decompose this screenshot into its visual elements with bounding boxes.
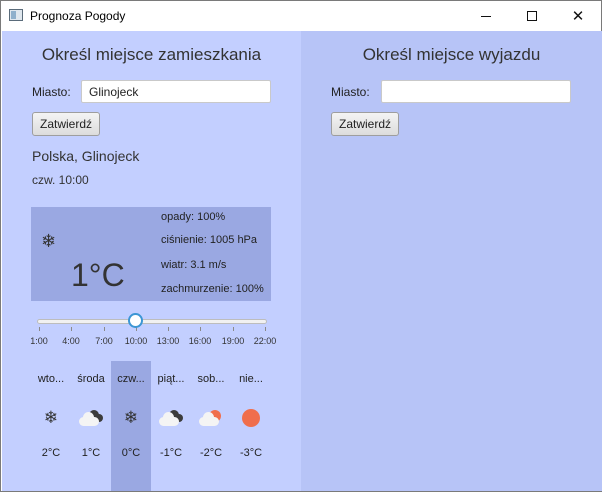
forecast-day-icon-slot: [151, 407, 191, 429]
forecast-day-name: wto...: [37, 373, 65, 385]
forecast-day[interactable]: nie... -3°C: [231, 361, 271, 491]
minimize-button[interactable]: [463, 1, 509, 31]
precipitation-value: opady: 100%: [161, 211, 226, 223]
time-slider-label: 10:00: [124, 336, 148, 346]
time-slider-label: 22:00: [253, 336, 277, 346]
forecast-day-temp: 2°C: [41, 447, 61, 459]
home-heading: Określ miejsce zamieszkania: [41, 45, 262, 64]
dark-cloud-icon: [77, 407, 105, 429]
forecast-day-icon-slot: [231, 407, 271, 429]
dark-cloud-icon: [157, 407, 185, 429]
wind-value: wiatr: 3.1 m/s: [161, 259, 227, 271]
sun-icon: [242, 409, 260, 427]
forecast-day-temp: -3°C: [239, 447, 263, 459]
time-slider-tick: [265, 327, 266, 331]
time-slider-label: 4:00: [62, 336, 80, 346]
trip-city-input[interactable]: [381, 80, 571, 103]
forecast-day-icon-slot: ❄: [31, 407, 71, 429]
time-slider-tick: [104, 327, 105, 331]
current-temperature: 1°C: [71, 257, 125, 293]
app-window: Prognoza Pogody ✕ Określ miejsce zamiesz…: [0, 0, 602, 492]
time-slider-tick: [233, 327, 234, 331]
home-location-panel: Określ miejsce zamieszkania Miasto: Zatw…: [2, 31, 301, 491]
forecast-day-icon-slot: ❄: [111, 407, 151, 429]
time-slider-tick: [168, 327, 169, 331]
forecast-day[interactable]: środa 1°C: [71, 361, 111, 491]
time-slider-label: 1:00: [30, 336, 48, 346]
forecast-day-temp: -2°C: [199, 447, 223, 459]
time-slider-tick: [71, 327, 72, 331]
forecast-day-temp: 0°C: [121, 447, 141, 459]
sun-behind-cloud-icon: [197, 407, 225, 429]
maximize-button[interactable]: [509, 1, 555, 31]
snowflake-icon: ❄: [123, 408, 139, 427]
trip-city-label: Miasto:: [331, 85, 370, 99]
forecast-datetime: czw. 10:00: [32, 173, 89, 187]
trip-submit-button[interactable]: Zatwierdź: [331, 112, 400, 136]
time-slider-label: 7:00: [95, 336, 113, 346]
forecast-day-name: sob...: [197, 373, 225, 385]
forecast-day-icon-slot: [71, 407, 111, 429]
window-title: Prognoza Pogody: [30, 9, 126, 23]
snowflake-icon: ❄: [41, 231, 57, 251]
forecast-day-name: środa: [77, 373, 105, 385]
app-icon: [9, 9, 23, 21]
forecast-day[interactable]: wto... ❄ 2°C: [31, 361, 71, 491]
home-city-label: Miasto:: [32, 85, 71, 99]
time-slider-label: 16:00: [188, 336, 212, 346]
forecast-day-temp: 1°C: [81, 447, 101, 459]
title-bar[interactable]: Prognoza Pogody ✕: [1, 1, 601, 31]
trip-location-panel: Określ miejsce wyjazdu Miasto: Zatwierdź: [301, 31, 602, 491]
time-slider-tick: [39, 327, 40, 331]
close-icon: ✕: [571, 7, 585, 25]
time-slider-thumb[interactable]: [128, 313, 143, 328]
home-city-input[interactable]: [81, 80, 271, 103]
pressure-value: ciśnienie: 1005 hPa: [161, 234, 258, 246]
time-slider-tick: [200, 327, 201, 331]
forecast-day[interactable]: sob... -2°C: [191, 361, 231, 491]
snowflake-icon: ❄: [43, 408, 59, 427]
time-slider-label: 13:00: [156, 336, 180, 346]
forecast-day-name: piąt...: [157, 373, 185, 385]
forecast-day[interactable]: czw... ❄ 0°C: [111, 361, 151, 491]
location-name: Polska, Glinojeck: [32, 148, 140, 164]
forecast-day[interactable]: piąt... -1°C: [151, 361, 191, 491]
trip-heading: Określ miejsce wyjazdu: [362, 45, 541, 64]
forecast-day-name: czw...: [117, 373, 145, 385]
minimize-icon: [481, 15, 491, 17]
maximize-icon: [527, 11, 537, 21]
time-slider-label: 19:00: [221, 336, 245, 346]
forecast-day-name: nie...: [239, 373, 263, 385]
time-slider-track[interactable]: [37, 319, 267, 324]
close-button[interactable]: ✕: [555, 1, 601, 31]
cloud-cover-value: zachmurzenie: 100%: [161, 283, 264, 295]
current-weather-card: ❄ 1°C opady: 100% ciśnienie: 1005 hPa wi…: [31, 207, 271, 301]
forecast-day-icon-slot: [191, 407, 231, 429]
home-submit-button[interactable]: Zatwierdź: [32, 112, 101, 136]
forecast-day-temp: -1°C: [159, 447, 183, 459]
